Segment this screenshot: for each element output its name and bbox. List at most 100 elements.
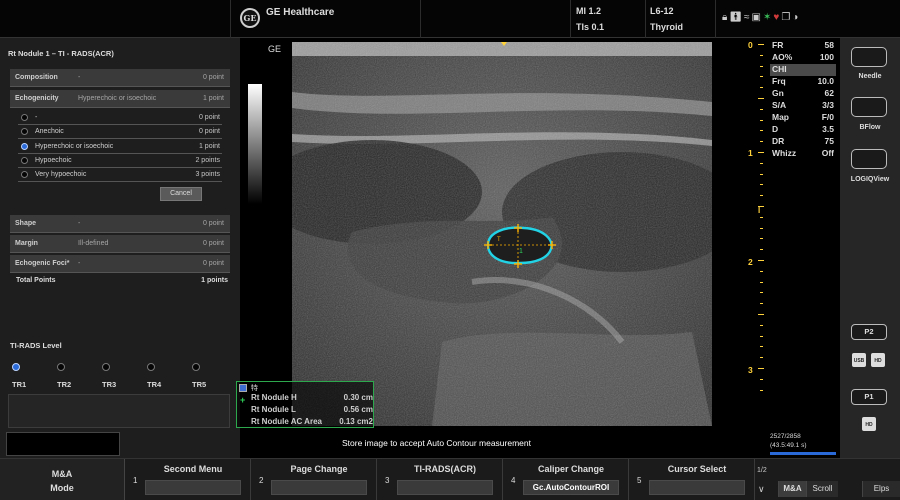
- elps-tab[interactable]: Elps: [862, 481, 900, 497]
- category-points: 1 point: [202, 95, 224, 102]
- scroll-tab[interactable]: Scroll: [806, 481, 838, 497]
- printer-icon: ❐: [781, 12, 793, 23]
- option-very-hypoechoic[interactable]: Very hypoechoic 3 points: [18, 168, 222, 182]
- softkey-number: 5: [637, 476, 642, 485]
- depth-label-0: 0: [748, 40, 753, 50]
- depth-tick: [760, 303, 763, 305]
- focus-zone-icon[interactable]: I: [758, 206, 760, 215]
- radio-icon[interactable]: [21, 128, 28, 135]
- tr1-radio-icon[interactable]: [12, 363, 20, 371]
- option-label: Hypoechoic: [35, 157, 72, 164]
- tr5-radio-icon[interactable]: [192, 363, 200, 371]
- softkey-value[interactable]: [649, 480, 745, 495]
- page-indicator: 1/2: [757, 467, 767, 474]
- contrast-icon: ◑: [792, 12, 801, 23]
- softkey-caliper-change[interactable]: 4 Caliper Change Gc.AutoContourROI: [503, 459, 629, 500]
- p2-button[interactable]: P2: [851, 324, 887, 340]
- softkey-label: Cursor Select: [667, 464, 727, 474]
- param-gn: Gn 62: [772, 88, 834, 98]
- probe-name[interactable]: L6-12: [650, 6, 674, 16]
- bluetooth-icon: ✶: [762, 12, 774, 23]
- category-echogenicity[interactable]: Echogenicity Hyperechoic or isoechoic 1 …: [10, 90, 230, 108]
- depth-tick: [758, 368, 764, 369]
- ge-tag: GE: [268, 44, 282, 54]
- softkey-value[interactable]: [271, 480, 367, 495]
- usb-save-icon[interactable]: USB: [852, 353, 866, 367]
- option-hypoechoic[interactable]: Hypoechoic 2 points: [18, 154, 222, 168]
- mi-index: MI 1.2: [576, 6, 602, 16]
- tr3-radio-icon[interactable]: [102, 363, 110, 371]
- softkey-number: 4: [511, 476, 516, 485]
- ma-mode-button[interactable]: M&A Mode: [0, 459, 125, 500]
- bflow-button[interactable]: [851, 97, 887, 117]
- category-points: 0 point: [202, 220, 224, 227]
- option-anechoic[interactable]: Anechoic 0 point: [18, 125, 222, 139]
- softkey-value[interactable]: Gc.AutoContourROI: [523, 480, 619, 495]
- hd-save-icon[interactable]: HD: [871, 353, 885, 367]
- softkey-page-change[interactable]: 2 Page Change: [251, 459, 377, 500]
- imaging-parameters: FR 58 AO% 100 CHI Frq 10.0 Gn 62 S/A 3/3 Map F…: [770, 40, 836, 160]
- ma-tab[interactable]: M&A: [778, 481, 806, 497]
- logiqview-button[interactable]: [851, 149, 887, 169]
- tr4-radio-icon[interactable]: [147, 363, 155, 371]
- category-shape[interactable]: Shape - 0 point: [10, 215, 230, 233]
- radio-icon[interactable]: [21, 171, 28, 178]
- option-label: Very hypoechoic: [35, 171, 87, 178]
- cine-progress-bar[interactable]: [770, 452, 836, 455]
- depth-tick: [760, 141, 763, 143]
- measurement-value: 0.56 cm: [343, 405, 373, 414]
- ultrasound-image[interactable]: T 1: [292, 42, 712, 426]
- depth-tick: [760, 335, 763, 337]
- category-echogenic-foci[interactable]: Echogenic Foci* - 0 point: [10, 255, 230, 273]
- category-points: 0 point: [202, 240, 224, 247]
- depth-tick: [760, 65, 763, 67]
- depth-tick: [760, 389, 763, 391]
- depth-tick: [760, 281, 763, 283]
- needle-button[interactable]: [851, 47, 887, 67]
- depth-tick: [760, 87, 763, 89]
- radio-icon[interactable]: [21, 157, 28, 164]
- softkey-value[interactable]: [145, 480, 241, 495]
- image-area[interactable]: GE T 1 特 + Rt Nodule H 0.30 cm Rt Nodule…: [236, 38, 756, 458]
- total-points-label: Total Points: [16, 277, 56, 284]
- category-label: Echogenic Foci*: [15, 260, 70, 267]
- cancel-button[interactable]: Cancel: [160, 187, 202, 201]
- brand-name: GE Healthcare: [266, 7, 335, 18]
- param-d: D 3.5: [772, 124, 834, 134]
- chevron-down-icon[interactable]: ∨: [758, 484, 765, 495]
- softkey-tirads[interactable]: 3 TI-RADS(ACR): [377, 459, 503, 500]
- option-hyperechoic[interactable]: Hyperechoic or isoechoic 1 point: [18, 140, 222, 154]
- frame-time: (43.5:49.1 s): [770, 442, 807, 449]
- softkey-value[interactable]: [397, 480, 493, 495]
- softkey-cursor-select[interactable]: 5 Cursor Select: [629, 459, 755, 500]
- depth-tick: [760, 378, 763, 380]
- category-margin[interactable]: Margin Ill-defined 0 point: [10, 235, 230, 253]
- preset-name[interactable]: Thyroid: [650, 22, 683, 32]
- param-sa: S/A 3/3: [772, 100, 834, 110]
- blank-cell: [420, 0, 570, 38]
- radio-selected-icon[interactable]: [21, 143, 28, 150]
- info-box: [6, 432, 120, 456]
- category-value: -: [78, 260, 81, 267]
- person-icon: 🚹︎: [729, 12, 745, 23]
- category-label: Shape: [15, 220, 37, 227]
- softkey-number: 2: [259, 476, 264, 485]
- hd-save-icon[interactable]: HD: [862, 417, 876, 431]
- depth-tick: [760, 76, 763, 78]
- category-composition[interactable]: Composition - 0 point: [10, 69, 230, 87]
- depth-tick: [760, 249, 763, 251]
- measurement-box[interactable]: 特 + Rt Nodule H 0.30 cm Rt Nodule L 0.56…: [236, 381, 374, 428]
- category-label: Echogenicity: [15, 95, 59, 102]
- depth-tick: [758, 44, 764, 45]
- measurement-header-icon: [239, 384, 247, 392]
- param-whizz: Whizz Off: [772, 148, 834, 158]
- depth-tick: [760, 346, 763, 348]
- softkey-second-menu[interactable]: 1 Second Menu: [125, 459, 251, 500]
- p1-button[interactable]: P1: [851, 389, 887, 405]
- tr2-radio-icon[interactable]: [57, 363, 65, 371]
- option-none[interactable]: - 0 point: [18, 111, 222, 125]
- radio-icon[interactable]: [21, 114, 28, 121]
- depth-tick: [760, 270, 763, 272]
- comment-box[interactable]: [8, 394, 230, 428]
- depth-label-2: 2: [748, 257, 753, 267]
